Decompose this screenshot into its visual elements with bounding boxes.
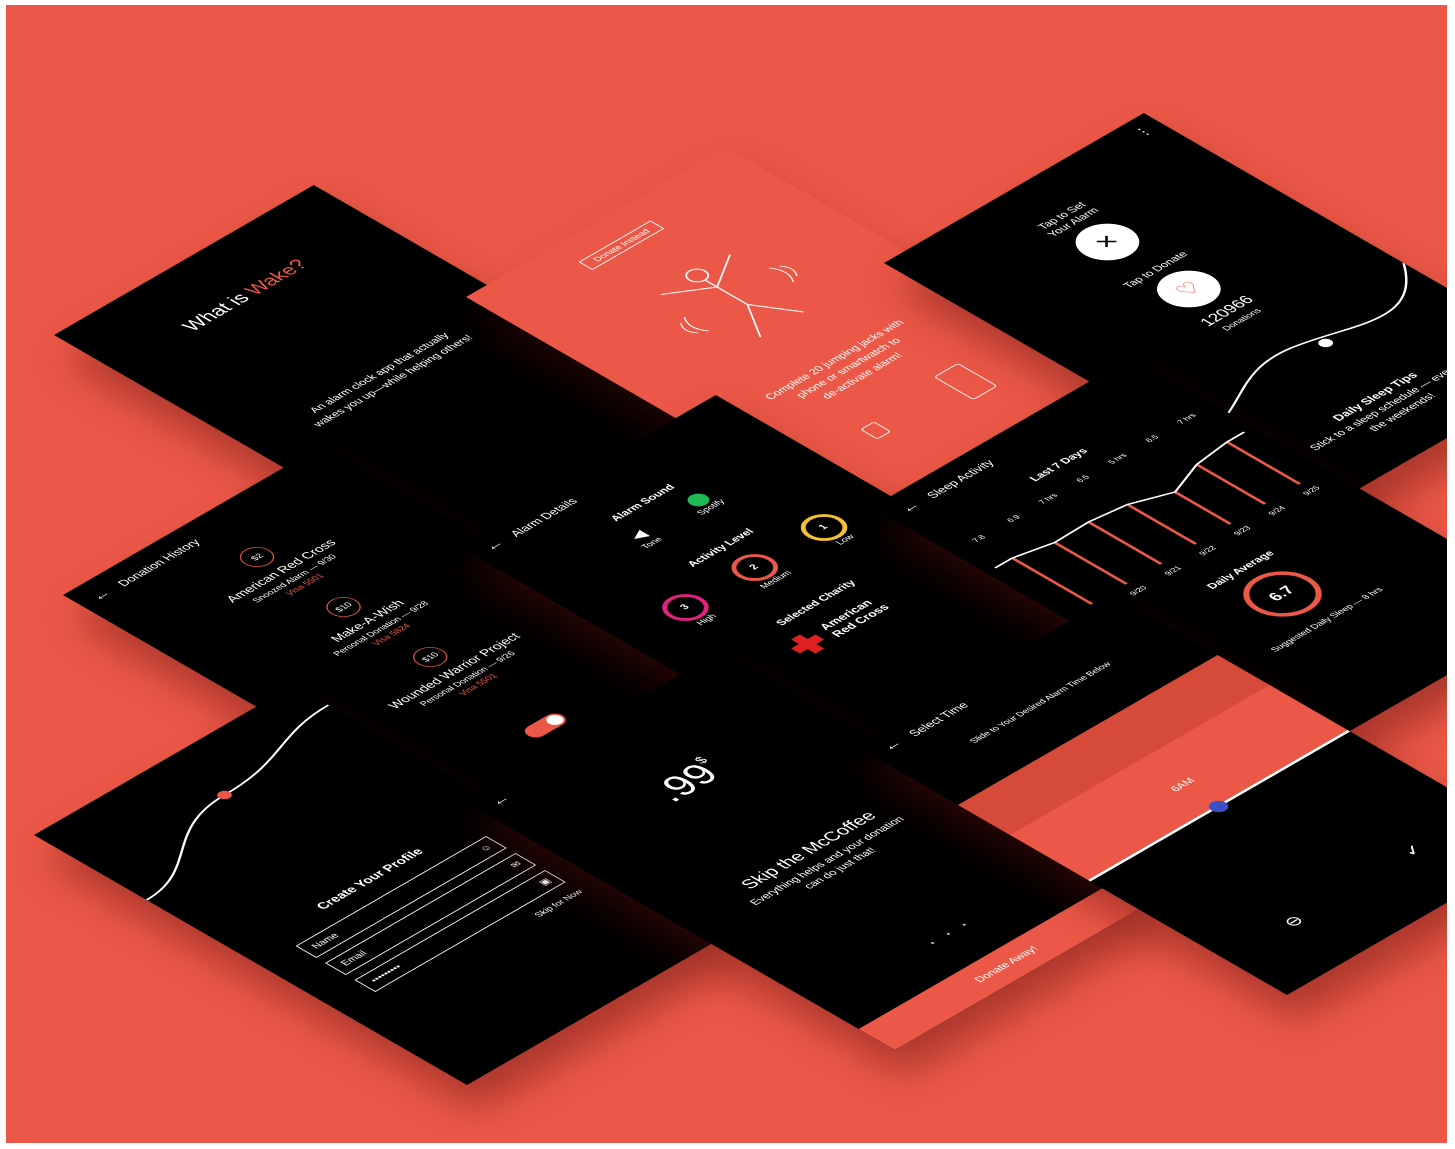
back-arrow-icon[interactable]: ←	[480, 537, 509, 554]
brand-name: Wake?	[240, 256, 313, 299]
price-value: .99	[642, 758, 729, 808]
subtext-2: can do just that!	[801, 846, 880, 891]
red-cross-icon	[783, 630, 831, 658]
mail-icon: ✉	[508, 860, 526, 870]
bar-value-label: 7 hrs	[1175, 412, 1198, 425]
bar-category-label: 9/21	[1162, 564, 1184, 577]
sound-option-spotify[interactable]: Spotify	[669, 483, 737, 522]
bar-value-label: 7 hrs	[1037, 492, 1060, 505]
bar-value-label: 5 hrs	[1106, 452, 1129, 465]
public-feed-toggle[interactable]	[520, 711, 571, 740]
sleep-bar	[1195, 463, 1267, 505]
back-arrow-icon[interactable]: ←	[87, 587, 116, 604]
bar-value-label: 7.8	[970, 533, 988, 543]
intro-tagline-1: An alarm clock app that actually	[307, 331, 453, 415]
sleep-bar	[1173, 491, 1232, 525]
phone-icon	[933, 363, 998, 400]
bar-category-label: 9/25	[1301, 484, 1323, 497]
user-icon: ☺	[477, 843, 496, 854]
donate-instead-button[interactable]: Donate Instead	[578, 220, 665, 270]
delete-icon[interactable]: ⊖	[1278, 912, 1309, 930]
back-arrow-icon[interactable]: ←	[486, 792, 515, 809]
sleep-bar	[1225, 441, 1302, 485]
bar-value-label: 6.5	[1143, 433, 1161, 443]
bar-value-label: 6.5	[1074, 473, 1092, 483]
sound-option-tone[interactable]: ◀ Tone	[608, 518, 677, 558]
activity-level-medium[interactable]: 2 Medium	[712, 543, 806, 597]
lock-icon: ▣	[536, 877, 555, 888]
bar-value-label: 6.9	[1005, 513, 1023, 523]
mockup-canvas: What is Wake? An alarm clock app that ac…	[6, 5, 1447, 1143]
title-prefix: What is	[177, 287, 260, 335]
subtext-1: Everything helps and your donation	[747, 814, 908, 908]
checkmark-icon[interactable]: ✓	[1398, 841, 1429, 859]
more-vertical-icon[interactable]: ⋮	[1130, 124, 1157, 140]
intro-title: What is Wake?	[106, 215, 386, 377]
sleep-bar	[1087, 521, 1163, 565]
back-arrow-icon[interactable]: ←	[896, 499, 925, 516]
sleep-bar	[1053, 541, 1128, 585]
password-placeholder: •••••••••	[368, 963, 406, 985]
back-arrow-icon[interactable]: ←	[878, 737, 907, 754]
smartwatch-icon	[860, 421, 892, 440]
bar-category-label: 9/20	[1128, 584, 1150, 597]
activity-level-low[interactable]: 1 Low	[782, 503, 876, 557]
close-icon: ✕	[1088, 230, 1126, 253]
headline: Skip the McCoffee	[736, 808, 881, 892]
activity-level-high[interactable]: 3 High	[643, 583, 737, 637]
charity-selector[interactable]: American Red Cross	[780, 572, 936, 662]
heart-icon: ♡	[1169, 277, 1208, 300]
email-placeholder: Email	[338, 949, 371, 968]
intro-tagline-2: wakes you up—while helping others!	[310, 333, 476, 429]
sleep-trend-line	[994, 431, 1246, 569]
sleep-bar	[1126, 503, 1198, 545]
bar-category-label: 9/22	[1197, 544, 1219, 557]
name-placeholder: Name	[309, 931, 343, 951]
bar-category-label: 9/24	[1266, 504, 1288, 517]
bar-category-label: 9/23	[1232, 524, 1254, 537]
jumping-figure-icon	[660, 254, 804, 338]
